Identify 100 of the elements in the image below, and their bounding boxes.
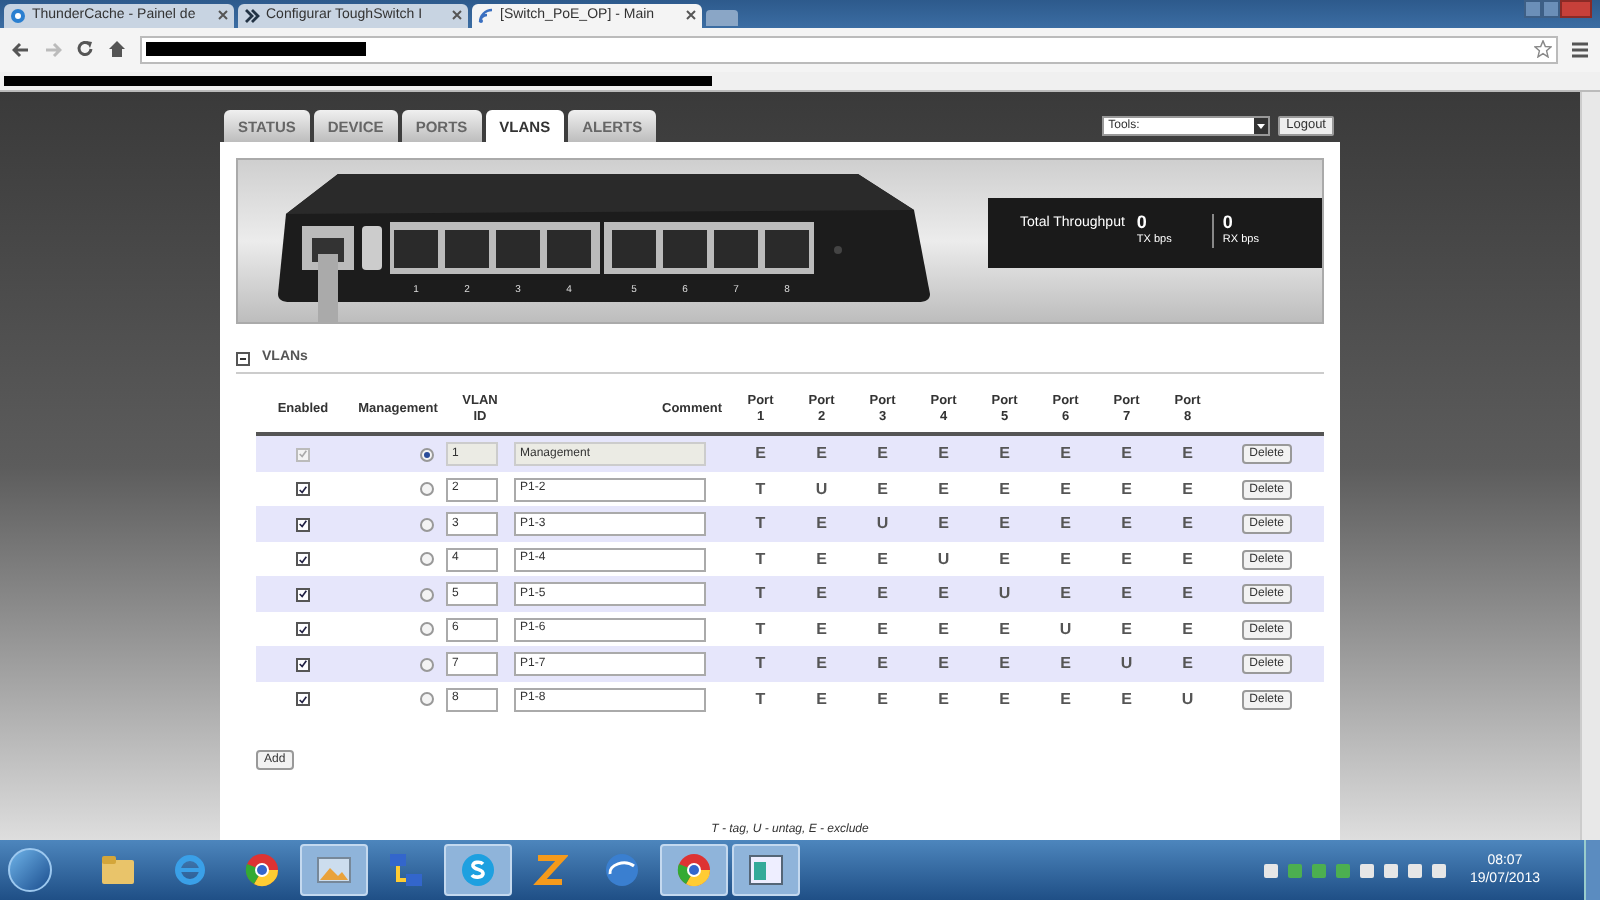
port-mode: E — [1119, 582, 1134, 607]
port-mode: E — [936, 582, 951, 607]
port-mode: E — [753, 442, 768, 467]
home-icon[interactable] — [108, 40, 126, 59]
port-mode: E — [1119, 687, 1134, 712]
port-mode: E — [814, 652, 829, 677]
port-mode: E — [1058, 652, 1073, 677]
port-mode: E — [1058, 582, 1073, 607]
port-mode: E — [875, 617, 890, 642]
logo-icon — [244, 7, 260, 24]
port-mode: E — [1180, 652, 1195, 677]
port-mode: E — [936, 687, 951, 712]
close-icon[interactable] — [686, 10, 696, 21]
port-mode: E — [997, 512, 1012, 537]
port-mode: E — [997, 442, 1012, 467]
menu-icon[interactable] — [1572, 41, 1588, 58]
port-mode: E — [936, 652, 951, 677]
photo-icon[interactable] — [316, 854, 352, 887]
management-radio[interactable] — [420, 622, 434, 637]
port-mode: E — [1058, 547, 1073, 572]
taskbar-button[interactable] — [660, 844, 728, 897]
star-icon[interactable] — [1534, 40, 1552, 59]
port-mode: T — [753, 617, 768, 642]
port-mode: T — [753, 512, 768, 537]
port-mode: E — [1058, 512, 1073, 537]
zip-icon[interactable] — [532, 852, 568, 889]
taskbar-button[interactable] — [732, 844, 800, 897]
port-mode: E — [1119, 512, 1134, 537]
enabled-checkbox[interactable] — [296, 552, 310, 567]
browser-icon[interactable] — [244, 852, 280, 889]
new-tab-button[interactable] — [706, 9, 738, 26]
taskbar-button[interactable] — [444, 844, 512, 897]
management-radio[interactable] — [420, 657, 434, 672]
port-mode: T — [753, 477, 768, 502]
port-mode: U — [1179, 687, 1196, 712]
port-mode: E — [814, 442, 829, 467]
port-mode: E — [1119, 477, 1134, 502]
port-mode: U — [1057, 617, 1074, 642]
port-mode: E — [1058, 477, 1073, 502]
port-mode: U — [813, 477, 830, 502]
port-mode: E — [1119, 617, 1134, 642]
enabled-checkbox[interactable] — [296, 657, 310, 672]
back-icon[interactable] — [12, 41, 30, 58]
port-mode: U — [935, 547, 952, 572]
start-button[interactable] — [8, 848, 52, 893]
window-icon[interactable] — [748, 854, 784, 887]
caret-icon — [1254, 118, 1269, 135]
port-mode: E — [936, 512, 951, 537]
collapse-icon[interactable] — [236, 351, 250, 366]
close-icon[interactable] — [218, 10, 228, 21]
reload-icon[interactable] — [76, 40, 94, 59]
folder-icon[interactable] — [100, 854, 136, 887]
browser-icon[interactable] — [676, 852, 712, 889]
port-mode: E — [997, 617, 1012, 642]
port-mode: E — [1119, 442, 1134, 467]
port-mode: E — [814, 687, 829, 712]
port-mode: E — [936, 477, 951, 502]
port-mode: E — [1119, 547, 1134, 572]
enabled-checkbox[interactable] — [296, 517, 310, 532]
port-mode: E — [814, 582, 829, 607]
port-mode: E — [1058, 442, 1073, 467]
management-radio[interactable] — [420, 482, 434, 497]
enabled-checkbox[interactable] — [296, 692, 310, 707]
port-mode: U — [1118, 652, 1135, 677]
port-mode: E — [814, 547, 829, 572]
port-mode: E — [814, 512, 829, 537]
management-radio[interactable] — [420, 587, 434, 602]
port-mode: E — [875, 442, 890, 467]
port-mode: T — [753, 582, 768, 607]
scrollbar[interactable] — [1580, 92, 1600, 841]
address-field[interactable] — [140, 35, 1558, 64]
close-icon[interactable] — [452, 10, 462, 21]
port-mode: E — [1180, 512, 1195, 537]
port-mode: E — [1180, 582, 1195, 607]
enabled-checkbox[interactable] — [296, 587, 310, 602]
port-mode: E — [875, 477, 890, 502]
globe-icon[interactable] — [604, 852, 640, 889]
management-radio[interactable] — [420, 552, 434, 567]
enabled-checkbox[interactable] — [296, 482, 310, 497]
port-mode: E — [875, 652, 890, 677]
port-mode: E — [997, 477, 1012, 502]
port-mode: E — [1180, 442, 1195, 467]
management-radio[interactable] — [420, 517, 434, 532]
chat-icon[interactable] — [460, 852, 496, 889]
enabled-checkbox[interactable] — [296, 622, 310, 637]
taskbar-button[interactable] — [300, 844, 368, 897]
port-mode: E — [997, 547, 1012, 572]
port-mode: E — [875, 582, 890, 607]
port-mode: T — [753, 652, 768, 677]
port-mode: E — [1180, 547, 1195, 572]
port-mode: E — [997, 687, 1012, 712]
network-icon[interactable] — [388, 852, 424, 889]
port-mode: E — [814, 617, 829, 642]
port-mode: E — [875, 547, 890, 572]
management-radio[interactable] — [420, 692, 434, 707]
port-mode: E — [1180, 617, 1195, 642]
port-mode: E — [1058, 687, 1073, 712]
port-mode: E — [875, 687, 890, 712]
port-mode: E — [997, 652, 1012, 677]
port-mode: U — [874, 512, 891, 537]
